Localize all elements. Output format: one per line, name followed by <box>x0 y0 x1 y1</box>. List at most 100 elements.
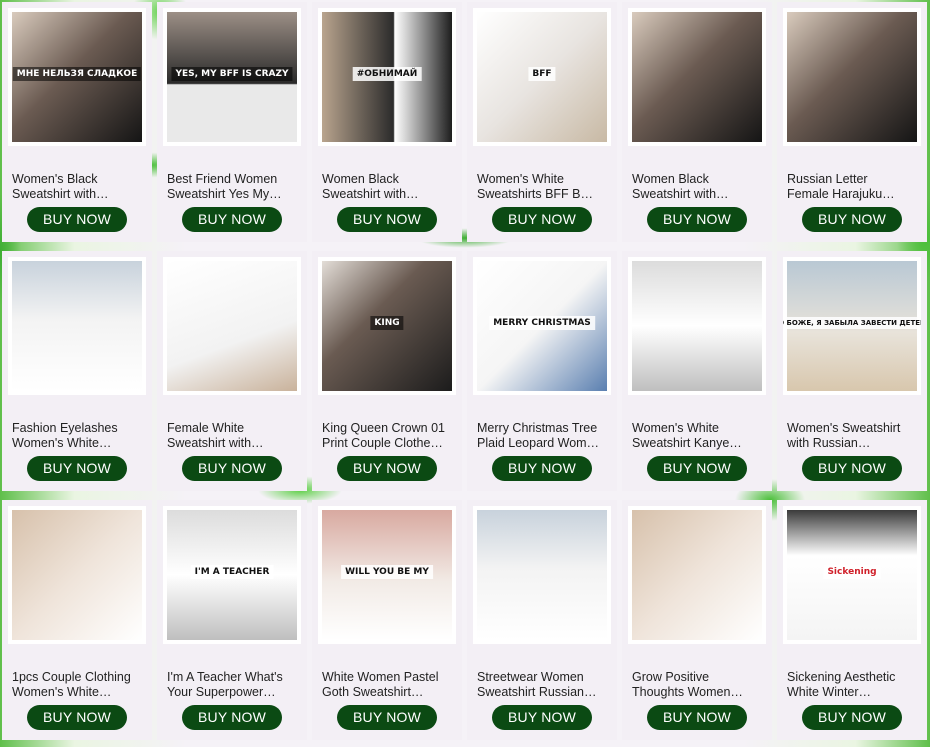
product-card[interactable]: Grow Positive Thoughts Women… BUY NOW <box>622 500 772 740</box>
product-title[interactable]: Sickening Aesthetic White Winter… <box>787 670 919 700</box>
product-title[interactable]: Streetwear Women Sweatshirt Russian… <box>477 670 609 700</box>
buy-now-button[interactable]: BUY NOW <box>802 456 902 481</box>
product-image[interactable]: WILL YOU BE MY <box>318 506 456 644</box>
shirt-print: KING <box>370 316 404 331</box>
buy-now-button[interactable]: BUY NOW <box>492 456 592 481</box>
product-title[interactable]: Grow Positive Thoughts Women… <box>632 670 764 700</box>
product-card[interactable]: KING King Queen Crown 01 Print Couple Cl… <box>312 251 462 491</box>
product-title-line: with Russian… <box>787 436 871 450</box>
product-image[interactable]: YES, MY BFF IS CRAZY <box>163 8 301 146</box>
product-card[interactable]: I'M A TEACHER I'm A Teacher What's Your … <box>157 500 307 740</box>
product-card[interactable]: #ОБНИМАЙ Women Black Sweatshirt with… BU… <box>312 2 462 242</box>
product-image[interactable]: KING <box>318 257 456 395</box>
product-title[interactable]: I'm A Teacher What's Your Superpower… <box>167 670 299 700</box>
product-photo <box>167 261 297 391</box>
product-image[interactable]: #ОБНИМАЙ <box>318 8 456 146</box>
product-title[interactable]: Women's Sweatshirt with Russian… <box>787 421 919 451</box>
product-card[interactable]: Female White Sweatshirt with… BUY NOW <box>157 251 307 491</box>
product-card[interactable]: Russian Letter Female Harajuku… BUY NOW <box>777 2 927 242</box>
product-title-line: I'm A Teacher What's <box>167 670 283 684</box>
product-title-line: King Queen Crown 01 <box>322 421 445 435</box>
product-image[interactable] <box>628 8 766 146</box>
product-card[interactable]: BFF Women's White Sweatshirts BFF B… BUY… <box>467 2 617 242</box>
product-title-line: Sweatshirt with… <box>632 187 729 201</box>
product-title-line: Women's White <box>632 421 719 435</box>
product-photo: BFF <box>477 12 607 142</box>
shirt-print: MERRY CHRISTMAS <box>489 316 595 331</box>
buy-now-button[interactable]: BUY NOW <box>27 705 127 730</box>
product-title[interactable]: Russian Letter Female Harajuku… <box>787 172 919 202</box>
product-title[interactable]: Women's White Sweatshirt Kanye… <box>632 421 764 451</box>
product-photo <box>632 261 762 391</box>
buy-now-button[interactable]: BUY NOW <box>647 207 747 232</box>
product-title-line: Women's White… <box>12 685 112 699</box>
buy-now-button[interactable]: BUY NOW <box>337 705 437 730</box>
buy-now-button[interactable]: BUY NOW <box>182 456 282 481</box>
buy-now-button[interactable]: BUY NOW <box>492 207 592 232</box>
product-image[interactable]: MERRY CHRISTMAS <box>473 257 611 395</box>
product-title-line: Women's White… <box>12 436 112 450</box>
product-card[interactable]: Women Black Sweatshirt with… BUY NOW <box>622 2 772 242</box>
product-card[interactable]: Fashion Eyelashes Women's White… BUY NOW <box>2 251 152 491</box>
product-title[interactable]: Women's Black Sweatshirt with… <box>12 172 144 202</box>
buy-now-button[interactable]: BUY NOW <box>802 207 902 232</box>
product-title[interactable]: Fashion Eyelashes Women's White… <box>12 421 144 451</box>
product-image[interactable]: I'M A TEACHER <box>163 506 301 644</box>
product-image[interactable]: Sickening <box>783 506 921 644</box>
product-image[interactable] <box>8 506 146 644</box>
product-grid: МНЕ НЕЛЬЗЯ СЛАДКОЕ Women's Black Sweatsh… <box>0 0 930 747</box>
product-title[interactable]: Female White Sweatshirt with… <box>167 421 299 451</box>
product-title[interactable]: 1pcs Couple Clothing Women's White… <box>12 670 144 700</box>
product-card[interactable]: Women's White Sweatshirt Kanye… BUY NOW <box>622 251 772 491</box>
buy-now-button[interactable]: BUY NOW <box>647 705 747 730</box>
product-image[interactable] <box>628 257 766 395</box>
product-title[interactable]: Women Black Sweatshirt with… <box>322 172 454 202</box>
shirt-print: МНЕ НЕЛЬЗЯ СЛАДКОЕ <box>12 67 142 82</box>
product-title-line: Sickening Aesthetic <box>787 670 896 684</box>
buy-now-button[interactable]: BUY NOW <box>337 456 437 481</box>
product-image[interactable] <box>8 257 146 395</box>
product-title[interactable]: White Women Pastel Goth Sweatshirt… <box>322 670 454 700</box>
product-title-line: Sweatshirt with… <box>12 187 109 201</box>
buy-now-button[interactable]: BUY NOW <box>182 705 282 730</box>
buy-now-button[interactable]: BUY NOW <box>182 207 282 232</box>
product-card[interactable]: О БОЖЕ, Я ЗАБЫЛА ЗАВЕСТИ ДЕТЕЙ Women's S… <box>777 251 927 491</box>
product-title-line: Sweatshirts BFF B… <box>477 187 593 201</box>
product-title-line: Merry Christmas Tree <box>477 421 598 435</box>
product-image[interactable]: МНЕ НЕЛЬЗЯ СЛАДКОЕ <box>8 8 146 146</box>
product-title[interactable]: King Queen Crown 01 Print Couple Clothe… <box>322 421 454 451</box>
product-image[interactable] <box>628 506 766 644</box>
product-image[interactable] <box>163 257 301 395</box>
product-card[interactable]: 1pcs Couple Clothing Women's White… BUY … <box>2 500 152 740</box>
shirt-print: WILL YOU BE MY <box>341 565 433 580</box>
product-card[interactable]: WILL YOU BE MY White Women Pastel Goth S… <box>312 500 462 740</box>
product-image[interactable] <box>783 8 921 146</box>
shirt-print: Sickening <box>823 565 881 580</box>
product-card[interactable]: МНЕ НЕЛЬЗЯ СЛАДКОЕ Women's Black Sweatsh… <box>2 2 152 242</box>
product-image[interactable]: О БОЖЕ, Я ЗАБЫЛА ЗАВЕСТИ ДЕТЕЙ <box>783 257 921 395</box>
product-title-line: Women Black <box>322 172 399 186</box>
product-title[interactable]: Women's White Sweatshirts BFF B… <box>477 172 609 202</box>
buy-now-button[interactable]: BUY NOW <box>492 705 592 730</box>
product-image[interactable]: BFF <box>473 8 611 146</box>
product-title[interactable]: Merry Christmas Tree Plaid Leopard Wom… <box>477 421 609 451</box>
product-card[interactable]: Streetwear Women Sweatshirt Russian… BUY… <box>467 500 617 740</box>
product-photo <box>477 510 607 640</box>
product-title[interactable]: Best Friend Women Sweatshirt Yes My… <box>167 172 299 202</box>
product-card[interactable]: YES, MY BFF IS CRAZY Best Friend Women S… <box>157 2 307 242</box>
buy-now-button[interactable]: BUY NOW <box>27 456 127 481</box>
product-card[interactable]: Sickening Sickening Aesthetic White Wint… <box>777 500 927 740</box>
product-photo: I'M A TEACHER <box>167 510 297 640</box>
product-photo: MERRY CHRISTMAS <box>477 261 607 391</box>
shirt-print: О БОЖЕ, Я ЗАБЫЛА ЗАВЕСТИ ДЕТЕЙ <box>783 317 921 330</box>
buy-now-button[interactable]: BUY NOW <box>27 207 127 232</box>
product-card[interactable]: MERRY CHRISTMAS Merry Christmas Tree Pla… <box>467 251 617 491</box>
product-photo: О БОЖЕ, Я ЗАБЫЛА ЗАВЕСТИ ДЕТЕЙ <box>783 261 921 391</box>
product-title-line: Sweatshirt Russian… <box>477 685 597 699</box>
buy-now-button[interactable]: BUY NOW <box>337 207 437 232</box>
buy-now-button[interactable]: BUY NOW <box>802 705 902 730</box>
product-image[interactable] <box>473 506 611 644</box>
product-title[interactable]: Women Black Sweatshirt with… <box>632 172 764 202</box>
buy-now-button[interactable]: BUY NOW <box>647 456 747 481</box>
product-photo: YES, MY BFF IS CRAZY <box>167 12 297 142</box>
